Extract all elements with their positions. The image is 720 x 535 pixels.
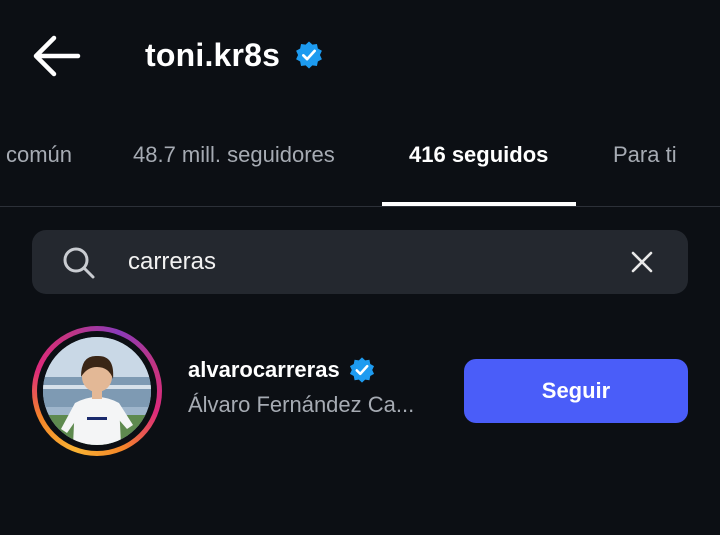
avatar — [43, 337, 151, 445]
profile-tabs: común 48.7 mill. seguidores 416 seguidos… — [0, 130, 720, 208]
result-full-name: Álvaro Fernández Ca... — [188, 392, 415, 417]
close-icon[interactable] — [628, 248, 656, 276]
arrow-left-icon — [33, 35, 81, 77]
search-icon — [63, 247, 95, 279]
back-button[interactable] — [30, 34, 82, 78]
tabs-divider — [0, 206, 720, 207]
result-username-line[interactable]: alvarocarreras — [188, 356, 376, 384]
search-bar — [32, 230, 688, 294]
avatar-photo-icon — [43, 337, 151, 445]
tab-following[interactable]: 416 seguidos — [409, 142, 548, 168]
tab-for-you[interactable]: Para ti — [613, 142, 677, 168]
verified-badge-icon — [296, 41, 323, 69]
title-group: toni.kr8s — [145, 32, 324, 78]
tab-followers[interactable]: 48.7 mill. seguidores — [133, 142, 335, 168]
list-item[interactable]: alvarocarreras Álvaro Fernández Ca... Se… — [0, 320, 720, 460]
tab-mutual[interactable]: común — [6, 142, 72, 168]
search-input[interactable] — [128, 242, 608, 282]
profile-header: toni.kr8s — [0, 0, 720, 110]
page-title: toni.kr8s — [145, 36, 281, 73]
verified-badge-icon — [349, 357, 374, 383]
avatar-story-ring[interactable] — [32, 326, 162, 456]
result-username: alvarocarreras — [188, 357, 340, 382]
follow-button[interactable]: Seguir — [464, 359, 688, 423]
